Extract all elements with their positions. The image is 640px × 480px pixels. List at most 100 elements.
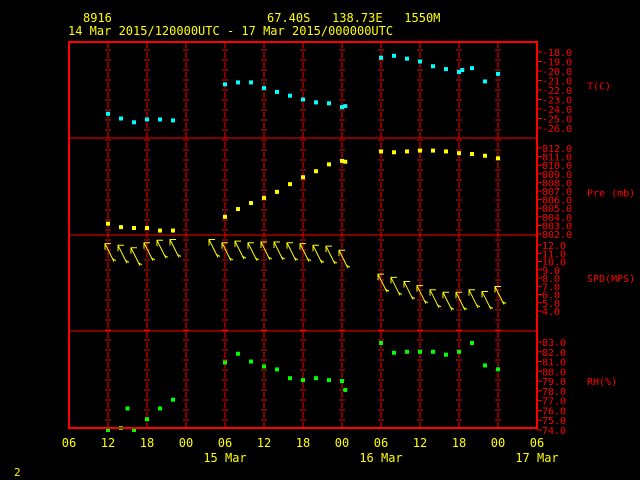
data-point: [145, 225, 149, 230]
data-point: [470, 66, 474, 71]
data-point: [171, 228, 175, 233]
wind-arrow: [208, 238, 221, 258]
y-tick-label: 74.0: [542, 426, 566, 437]
data-point: [431, 148, 435, 153]
data-point: [249, 359, 253, 364]
data-point: [288, 93, 292, 98]
data-point: [314, 169, 318, 174]
data-point: [327, 162, 331, 167]
data-point: [343, 387, 348, 392]
data-point: [444, 67, 448, 72]
wind-arrow: [286, 242, 299, 261]
data-point: [431, 349, 435, 354]
y-tick-label: 802.0: [542, 230, 572, 241]
data-point: [457, 151, 461, 156]
data-point: [223, 360, 227, 365]
y-tick-label: -26.0: [542, 124, 572, 135]
wind-arrow: [169, 238, 182, 258]
data-point: [171, 118, 175, 123]
x-tick-label: 06: [530, 436, 544, 450]
wind-arrow: [273, 241, 286, 261]
data-point: [483, 363, 487, 368]
data-point: [343, 104, 348, 109]
data-point: [343, 159, 348, 164]
data-point: [301, 378, 305, 383]
data-point: [288, 182, 292, 187]
data-point: [262, 364, 266, 369]
data-point: [496, 71, 500, 76]
data-point: [444, 352, 448, 357]
x-tick-label: 12: [101, 436, 115, 450]
wind-arrow: [247, 242, 260, 261]
data-point: [236, 351, 240, 356]
data-point: [379, 149, 383, 154]
data-point: [314, 376, 318, 381]
wind-arrow: [403, 281, 416, 300]
x-tick-label: 12: [413, 436, 427, 450]
data-point: [327, 101, 331, 106]
panel-label: T(C): [587, 81, 611, 92]
data-point: [262, 86, 266, 91]
data-point: [405, 56, 409, 61]
page-number: 2: [14, 466, 21, 479]
x-tick-label: 18: [452, 436, 466, 450]
data-point: [418, 59, 422, 64]
wind-arrow: [416, 285, 429, 304]
data-point: [483, 79, 487, 84]
panel-label: SPD(MPS): [587, 274, 635, 285]
day-label: 16 Mar: [359, 451, 402, 465]
data-point: [470, 152, 474, 157]
data-point: [327, 378, 331, 383]
data-point: [340, 379, 344, 384]
wind-arrow: [104, 243, 117, 262]
wind-arrow: [338, 249, 351, 269]
data-point: [145, 117, 149, 122]
data-point: [392, 150, 396, 155]
wind-arrow: [455, 291, 468, 311]
data-point: [171, 397, 175, 402]
data-point: [470, 340, 474, 345]
grid-lines: [69, 42, 542, 431]
day-label: 17 Mar: [515, 451, 558, 465]
data-point: [457, 349, 461, 354]
data-point: [223, 214, 227, 219]
wind-arrow: [494, 286, 507, 305]
x-tick-label: 00: [335, 436, 349, 450]
wind-arrow: [325, 245, 338, 265]
data-point: [392, 53, 396, 58]
data-point: [483, 153, 487, 158]
data-point: [496, 367, 500, 372]
wind-arrow: [377, 273, 390, 293]
axis-labels: 06 12 18 00 06 12 18 00 06 12 18 00 0615 Mar 16 Mar 17…: [62, 48, 635, 465]
data-point: [158, 117, 162, 122]
data-point: [125, 406, 130, 411]
x-tick-label: 06: [62, 436, 76, 450]
data-point: [496, 156, 500, 161]
x-tick-label: 00: [179, 436, 193, 450]
x-tick-label: 12: [257, 436, 271, 450]
data-point: [262, 195, 266, 200]
data-point: [119, 225, 123, 230]
wind-arrow: [481, 290, 494, 310]
data-point: [405, 149, 409, 154]
wind-arrow: [143, 242, 156, 261]
data-point: [249, 80, 253, 85]
data-point: [379, 55, 383, 60]
data-point: [249, 201, 253, 206]
wind-arrow: [260, 241, 273, 261]
panel-label: RH(%): [587, 377, 617, 388]
data-point: [405, 349, 409, 354]
wind-arrow: [234, 240, 247, 260]
wind-arrow: [429, 289, 442, 309]
data-point: [275, 367, 279, 372]
wind-arrow: [117, 244, 130, 264]
wind-arrow: [442, 291, 455, 311]
data-point: [106, 111, 110, 116]
data-point: [132, 225, 136, 230]
data-point: [301, 97, 305, 102]
y-tick-label: 4.0: [542, 307, 560, 318]
data-point: [106, 221, 110, 226]
x-tick-label: 18: [140, 436, 154, 450]
wind-arrow: [130, 247, 143, 266]
data-point: [392, 350, 396, 355]
